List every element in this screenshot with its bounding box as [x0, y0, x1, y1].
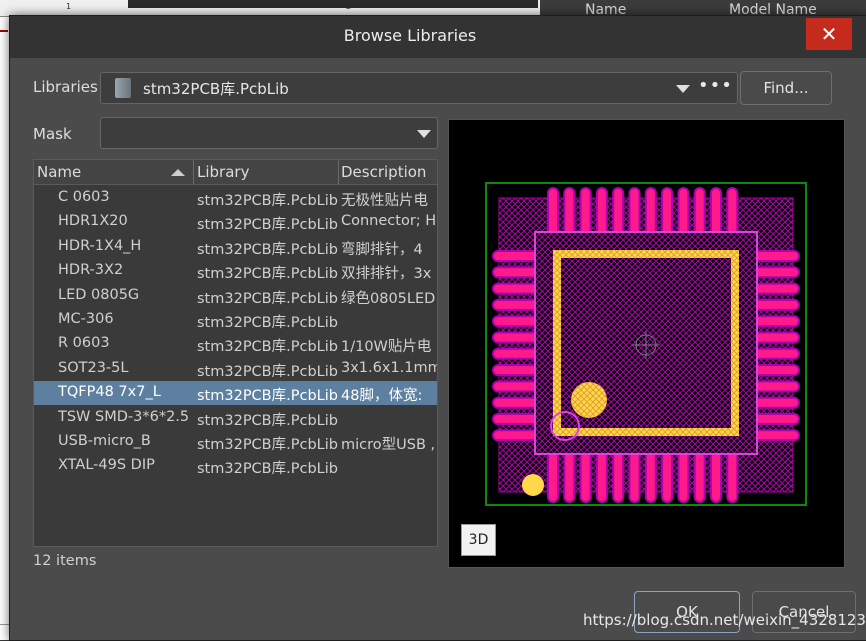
chevron-down-icon[interactable] [417, 130, 431, 138]
component-description: micro型USB , [341, 437, 436, 453]
libraries-select[interactable]: stm32PCB库.PcbLib ••• [100, 72, 738, 104]
component-name: SOT23-5L [58, 359, 129, 376]
sort-ascending-icon [171, 169, 185, 176]
pad-bottom [612, 449, 625, 503]
component-name: USB-micro_B [58, 433, 151, 449]
component-name: HDR-1X4_H [58, 237, 142, 254]
canvas-border [0, 30, 8, 32]
component-library: stm32PCB库.PcbLib [197, 290, 338, 307]
dialog-titlebar[interactable]: Browse Libraries ✕ [10, 16, 866, 58]
pad-bottom [693, 449, 706, 503]
component-description: 弯脚排针，4 [341, 241, 423, 258]
component-library: stm32PCB库.PcbLib [197, 315, 338, 331]
pad-bottom [595, 449, 608, 503]
list-item[interactable]: R 0603 stm32PCB库.PcbLib 1/10W贴片电 [34, 332, 437, 356]
component-description: 1/10W贴片电 [341, 339, 432, 356]
browse-libraries-dialog: Browse Libraries ✕ Libraries stm32PCB库.P… [9, 15, 866, 641]
ruler-mark-1: 1 [66, 2, 72, 11]
component-library: stm32PCB库.PcbLib [197, 461, 338, 478]
view-3d-button[interactable]: 3D [461, 524, 496, 556]
chevron-down-icon[interactable] [676, 85, 690, 93]
component-name: TQFP48 7x7_L [58, 384, 161, 401]
find-button[interactable]: Find... [740, 71, 832, 105]
component-library: stm32PCB库.PcbLib [197, 388, 338, 405]
list-item[interactable]: HDR1X20 stm32PCB库.PcbLib Connector; H [34, 210, 437, 234]
list-item[interactable]: MC-306 stm32PCB库.PcbLib [34, 308, 437, 332]
component-description: Connector; H [341, 213, 437, 230]
list-item[interactable]: TQFP48 7x7_L stm32PCB库.PcbLib 48脚，体宽: [34, 381, 437, 406]
component-description: 无极性贴片电 [341, 193, 428, 209]
column-header-description[interactable]: Description [341, 163, 426, 181]
component-library: stm32PCB库.PcbLib [197, 363, 338, 380]
more-options-icon[interactable]: ••• [698, 75, 733, 96]
component-description: 绿色0805LED [341, 290, 436, 307]
pin1-marker [571, 382, 607, 418]
component-library: stm32PCB库.PcbLib [197, 217, 338, 234]
list-header: Name Library Description [34, 160, 437, 185]
component-name: HDR1X20 [58, 213, 128, 230]
close-icon: ✕ [820, 22, 838, 46]
list-item[interactable]: TSW SMD-3*6*2.5 stm32PCB库.PcbLib [34, 406, 437, 430]
watermark: https://blog.csdn.net/weixin_43281232 [583, 611, 866, 629]
document-tabs [128, 0, 538, 8]
pad-bottom [710, 449, 722, 503]
component-library: stm32PCB库.PcbLib [197, 266, 338, 283]
component-library: stm32PCB库.PcbLib [197, 437, 338, 453]
column-header-name[interactable]: Name [37, 163, 81, 181]
component-description: 48脚，体宽: [341, 388, 423, 405]
list-item[interactable]: USB-micro_B stm32PCB库.PcbLib micro型USB , [34, 430, 437, 454]
component-library: stm32PCB库.PcbLib [197, 241, 338, 258]
component-name: MC-306 [58, 311, 114, 327]
component-name: LED 0805G [58, 286, 140, 303]
component-name: C 0603 [58, 189, 110, 205]
list-item[interactable]: C 0603 stm32PCB库.PcbLib 无极性贴片电 [34, 186, 437, 210]
close-button[interactable]: ✕ [806, 18, 852, 50]
pad-bottom [563, 449, 576, 503]
pcblib-file-icon [115, 78, 131, 98]
column-header-library[interactable]: Library [197, 163, 249, 181]
component-library: stm32PCB库.PcbLib [197, 339, 338, 356]
component-name: R 0603 [58, 335, 110, 352]
component-name: TSW SMD-3*6*2.5 [58, 408, 190, 425]
pad-bottom [628, 449, 641, 503]
list-item[interactable]: HDR-1X4_H stm32PCB库.PcbLib 弯脚排针，4 [34, 235, 437, 259]
component-description: 双排排针，3x [341, 266, 432, 283]
pad-bottom [726, 449, 739, 503]
pin1-dot [522, 474, 544, 496]
component-description: 3x1.6x1.1mm [341, 359, 437, 376]
pad-bottom [579, 449, 592, 503]
pad-bottom [677, 449, 690, 503]
pad-bottom [547, 449, 559, 503]
dialog-title: Browse Libraries [343, 26, 477, 45]
component-library: stm32PCB库.PcbLib [197, 412, 338, 429]
libraries-label: Libraries [33, 78, 98, 96]
footprint-drawing [485, 182, 807, 506]
list-item[interactable]: LED 0805G stm32PCB库.PcbLib 绿色0805LED [34, 284, 437, 308]
component-name: HDR-3X2 [58, 262, 124, 279]
footprint-preview[interactable]: 3D [448, 119, 845, 568]
mask-input[interactable] [100, 117, 438, 149]
libraries-select-value: stm32PCB库.PcbLib [143, 80, 289, 98]
item-count: 12 items [33, 553, 97, 569]
pad-bottom [644, 449, 657, 503]
mask-label: Mask [33, 125, 72, 143]
list-item[interactable]: XTAL-49S DIP stm32PCB库.PcbLib [34, 454, 437, 478]
component-list[interactable]: Name Library Description C 0603 stm32PCB库… [33, 159, 438, 547]
column-divider[interactable] [193, 160, 194, 184]
list-item[interactable]: HDR-3X2 stm32PCB库.PcbLib 双排排针，3x [34, 259, 437, 283]
pad-bottom [661, 449, 674, 503]
column-divider[interactable] [338, 160, 339, 184]
list-item[interactable]: SOT23-5L stm32PCB库.PcbLib 3x1.6x1.1mm [34, 357, 437, 381]
component-library: stm32PCB库.PcbLib [197, 193, 338, 209]
component-name: XTAL-49S DIP [58, 457, 155, 474]
